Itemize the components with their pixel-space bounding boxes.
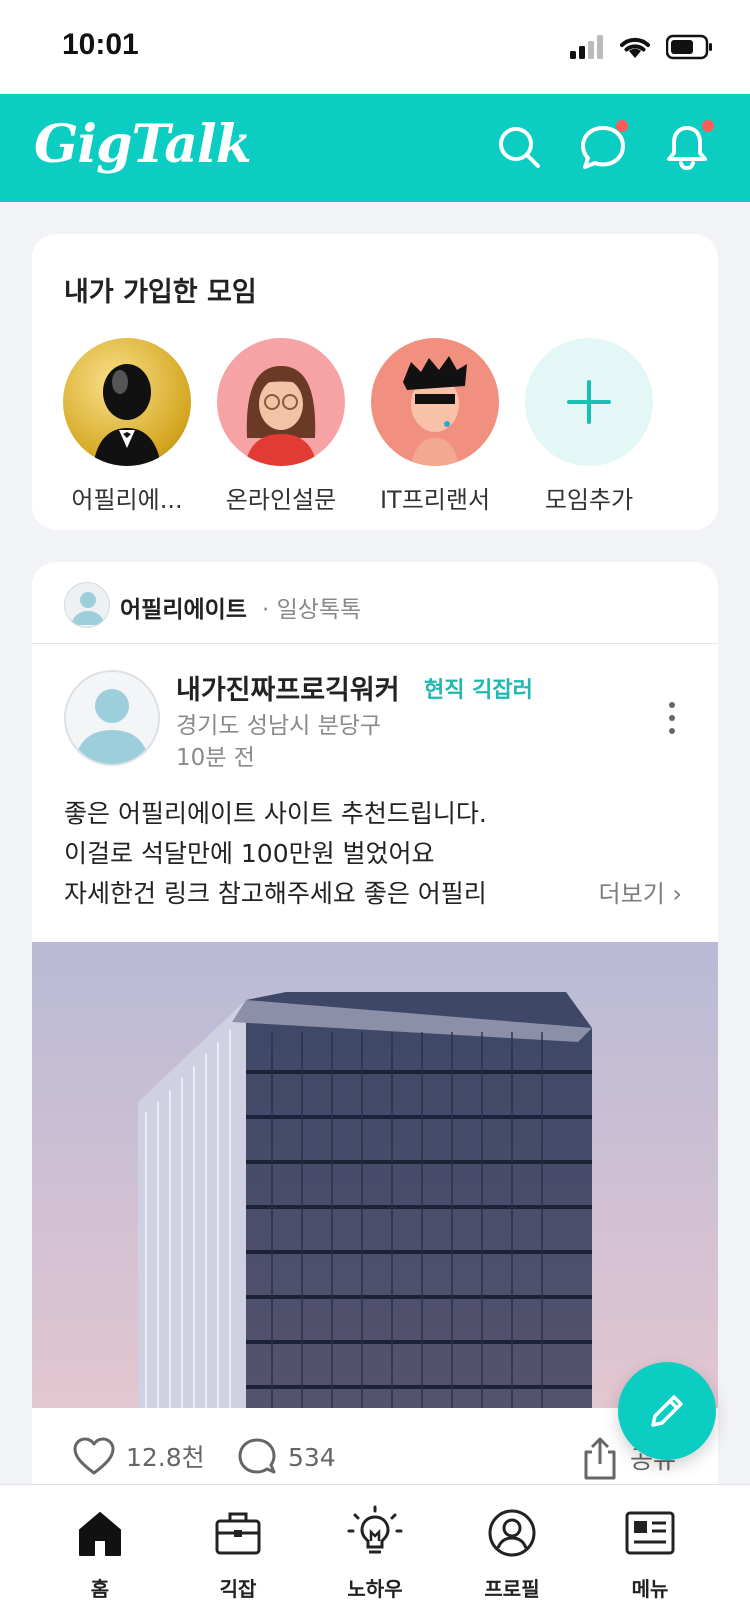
post-group-header[interactable]: 어필리에이트 · 일상톡톡: [32, 562, 718, 644]
nav-knowhow[interactable]: 노하우: [320, 1505, 430, 1602]
post-image[interactable]: [32, 942, 718, 1408]
like-button[interactable]: 12.8천: [72, 1436, 205, 1476]
nav-label: 노하우: [347, 1577, 403, 1601]
notification-button[interactable]: [660, 120, 714, 174]
menu-icon: [625, 1511, 675, 1555]
briefcase-icon: [215, 1512, 261, 1555]
group-avatar: [217, 338, 345, 466]
bottom-navigation: 홈 긱잡 노하우 프로필 메뉴: [0, 1484, 750, 1624]
group-small-avatar: [64, 582, 110, 628]
post-group-name: 어필리에이트: [120, 597, 247, 623]
group-label: 모임추가: [544, 486, 634, 514]
post-text-line: 좋은 어필리에이트 사이트 추천드립니다.: [64, 799, 487, 828]
nav-profile[interactable]: 프로필: [457, 1505, 567, 1602]
post-body: 좋은 어필리에이트 사이트 추천드립니다. 이걸로 석달만에 100만원 벌었어…: [64, 794, 684, 914]
group-label: IT프리랜서: [379, 486, 491, 514]
author-badge: 현직 긱잡러: [424, 678, 533, 703]
nav-gigjob[interactable]: 긱잡: [183, 1505, 293, 1602]
battery-icon: [666, 34, 712, 60]
post-text-line: 이걸로 석달만에 100만원 벌었어요: [64, 839, 435, 868]
group-avatar: [371, 338, 499, 466]
nav-label: 메뉴: [631, 1577, 669, 1601]
wifi-icon: [620, 37, 650, 58]
group-item-affiliate[interactable]: 어필리에...: [62, 338, 192, 515]
status-time: 10:01: [62, 28, 139, 61]
home-icon: [79, 1512, 121, 1556]
lightbulb-icon: [347, 1505, 403, 1554]
app-header: GigTalk: [0, 94, 750, 202]
more-options-button[interactable]: [666, 700, 678, 736]
author-location: 경기도 성남시 분당구: [176, 713, 382, 739]
joined-groups-card: 내가 가입한 모임 어필리에... 온라인설문 IT프리랜서 모임추가: [32, 234, 718, 530]
signal-icon: [570, 35, 603, 59]
section-title: 내가 가입한 모임: [64, 277, 257, 308]
comment-icon: [238, 1438, 276, 1474]
add-group-circle: [525, 338, 653, 466]
post-time: 10분 전: [176, 745, 255, 771]
chat-notification-dot: [616, 120, 628, 132]
more-icon: [669, 702, 675, 734]
share-icon: [584, 1437, 616, 1480]
status-bar: 10:01: [0, 0, 750, 94]
write-post-button[interactable]: [618, 1362, 716, 1460]
group-avatar: [63, 338, 191, 466]
group-item-it-freelancer[interactable]: IT프리랜서: [370, 338, 500, 515]
profile-icon: [488, 1509, 536, 1557]
search-button[interactable]: [492, 120, 546, 174]
add-group-button[interactable]: 모임추가: [524, 338, 654, 515]
nav-menu[interactable]: 메뉴: [595, 1505, 705, 1602]
author-avatar[interactable]: [64, 670, 160, 766]
comment-count: 534: [288, 1442, 336, 1472]
group-item-online-survey[interactable]: 온라인설문: [216, 338, 346, 515]
nav-label: 홈: [90, 1577, 110, 1601]
group-label: 온라인설문: [225, 486, 337, 514]
post-card: 어필리에이트 · 일상톡톡 내가진짜프로긱워커 현직 긱잡러 경기도 성남시 분…: [32, 562, 718, 1624]
plus-icon: [567, 380, 611, 424]
nav-label: 프로필: [484, 1577, 540, 1601]
group-label: 어필리에...: [71, 486, 183, 514]
chat-button[interactable]: [576, 120, 630, 174]
post-text-line: 자세한건 링크 참고해주세요 좋은 어필리: [64, 879, 487, 908]
like-count: 12.8천: [126, 1443, 205, 1472]
heart-icon: [73, 1437, 115, 1475]
nav-label: 긱잡: [219, 1577, 257, 1601]
author-name[interactable]: 내가진짜프로긱워커: [176, 668, 400, 707]
search-icon: [499, 127, 540, 168]
nav-home[interactable]: 홈: [45, 1505, 155, 1602]
bell-notification-dot: [702, 120, 714, 132]
pencil-icon: [651, 1395, 683, 1427]
comment-button[interactable]: 534: [236, 1436, 336, 1478]
post-group-subcategory: · 일상톡톡: [262, 597, 362, 623]
app-logo[interactable]: GigTalk: [34, 114, 252, 175]
status-icons: [570, 30, 714, 64]
read-more-link[interactable]: 더보기 ›: [599, 874, 682, 909]
